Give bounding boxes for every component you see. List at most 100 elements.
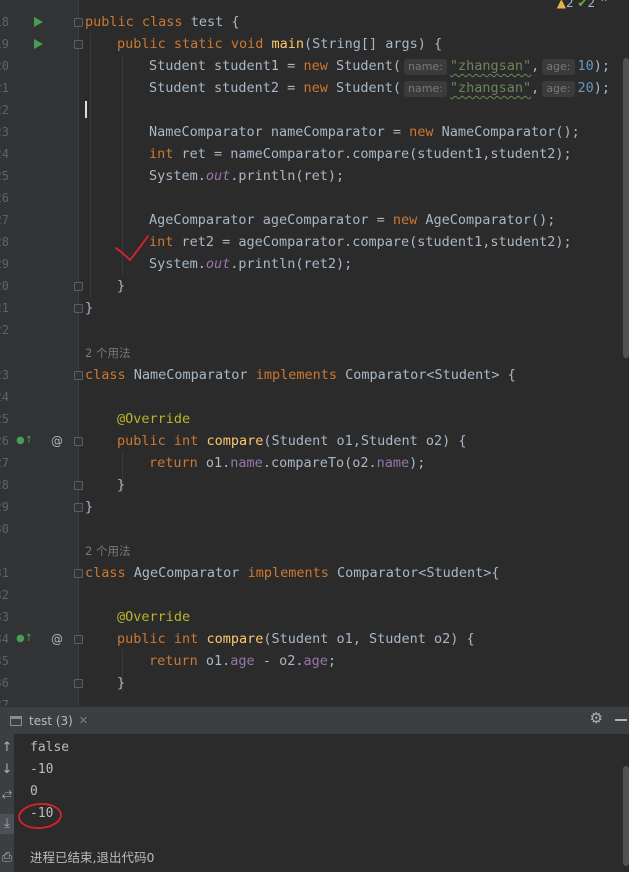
code-line[interactable]: 28 } bbox=[0, 474, 629, 496]
console-scrollbar[interactable] bbox=[623, 766, 629, 866]
chevron-up-icon[interactable]: ⌃ bbox=[599, 0, 609, 10]
inspection-status[interactable]: ▲2 ✔2 ⌃ bbox=[557, 0, 609, 10]
code-text: int ret2 = ageComparator.compare(student… bbox=[149, 234, 572, 250]
fold-marker[interactable] bbox=[74, 503, 83, 512]
code-line[interactable]: 24 int ret = nameComparator.compare(stud… bbox=[0, 143, 629, 165]
code-text: NameComparator nameComparator = new Name… bbox=[149, 124, 580, 140]
fold-marker[interactable] bbox=[74, 679, 83, 688]
fold-marker[interactable] bbox=[74, 371, 83, 380]
code-line[interactable]: 27 return o1.name.compareTo(o2.name); bbox=[0, 452, 629, 474]
parameter-hint: age: bbox=[542, 81, 575, 97]
code-line[interactable]: 33 @Override bbox=[0, 606, 629, 628]
implements-method-icon[interactable]: ●↑ bbox=[16, 628, 33, 650]
code-text: public int compare(Student o1,Student o2… bbox=[117, 433, 467, 449]
line-number: 29 bbox=[0, 500, 9, 514]
code-text: } bbox=[85, 300, 94, 316]
line-number: 37 bbox=[0, 698, 9, 706]
code-line[interactable]: 20 } bbox=[0, 275, 629, 297]
code-line[interactable]: 26 bbox=[0, 187, 629, 209]
code-line[interactable]: 37 bbox=[0, 694, 629, 706]
line-number: 20 bbox=[0, 279, 9, 293]
code-line[interactable]: 23 class NameComparator implements Compa… bbox=[0, 364, 629, 386]
parameter-hint: name: bbox=[403, 59, 447, 75]
code-line[interactable]: 25 System.out.println(ret); bbox=[0, 165, 629, 187]
code-line[interactable]: 32 bbox=[0, 584, 629, 606]
code-line[interactable]: 19 public static void main(String[] args… bbox=[0, 33, 629, 55]
override-annotation-icon[interactable]: @ bbox=[51, 430, 63, 452]
code-text: return o1.age - o2.age; bbox=[149, 653, 336, 669]
fold-marker[interactable] bbox=[74, 481, 83, 490]
console-line: -10 bbox=[30, 806, 54, 821]
line-number: 29 bbox=[0, 257, 9, 271]
code-text: class AgeComparator implements Comparato… bbox=[85, 565, 500, 581]
code-line[interactable]: 18 public class test { bbox=[0, 11, 629, 33]
line-number: 22 bbox=[0, 323, 9, 337]
code-line[interactable]: 20 Student student1 = new Student(name:"… bbox=[0, 55, 629, 77]
print-icon[interactable]: ⎙ bbox=[0, 848, 14, 868]
code-line[interactable]: 28 int ret2 = ageComparator.compare(stud… bbox=[0, 231, 629, 253]
line-number: 26 bbox=[0, 434, 9, 448]
code-text: System.out.println(ret); bbox=[149, 168, 345, 184]
usage-count-hint[interactable]: 2 个用法 bbox=[85, 540, 130, 562]
run-panel: test (3) ✕ ⚙ ↑ ↓ ⥄ ⤓ ⎙ false -10 0 -10 进… bbox=[0, 706, 629, 872]
code-text: class NameComparator implements Comparat… bbox=[85, 367, 516, 383]
code-line[interactable]: 22 bbox=[0, 319, 629, 341]
code-line[interactable]: 29 System.out.println(ret2); bbox=[0, 253, 629, 275]
soft-wrap-icon[interactable]: ⥄ bbox=[0, 784, 14, 804]
code-editor[interactable]: ▲2 ✔2 ⌃ 18 public class test { 19 public… bbox=[0, 0, 629, 706]
fold-marker[interactable] bbox=[74, 18, 83, 27]
arrow-down-icon[interactable]: ↓ bbox=[0, 760, 14, 780]
tab-run-test[interactable]: test (3) ✕ bbox=[10, 707, 88, 734]
gear-icon[interactable]: ⚙ bbox=[590, 709, 603, 727]
run-icon[interactable] bbox=[34, 17, 43, 27]
code-line[interactable]: 23 NameComparator nameComparator = new N… bbox=[0, 121, 629, 143]
code-line[interactable]: 29 } bbox=[0, 496, 629, 518]
fold-marker[interactable] bbox=[74, 282, 83, 291]
code-line[interactable]: 36 } bbox=[0, 672, 629, 694]
scroll-to-end-icon[interactable]: ⤓ bbox=[0, 814, 14, 834]
code-line[interactable]: 21 } bbox=[0, 297, 629, 319]
minimize-icon[interactable] bbox=[615, 719, 627, 721]
line-number: 24 bbox=[0, 390, 9, 404]
usage-count-hint[interactable]: 2 个用法 bbox=[85, 342, 130, 364]
run-icon[interactable] bbox=[34, 39, 43, 49]
code-line[interactable]: 31 class AgeComparator implements Compar… bbox=[0, 562, 629, 584]
line-number: 18 bbox=[0, 15, 9, 29]
code-text: } bbox=[117, 675, 126, 691]
code-line[interactable]: 25 @Override bbox=[0, 408, 629, 430]
code-text: Student student2 = new Student(name: "zha… bbox=[149, 80, 611, 97]
code-line[interactable]: 24 bbox=[0, 386, 629, 408]
console-output[interactable]: false -10 0 -10 bbox=[30, 737, 69, 825]
console-line: -10 bbox=[30, 762, 54, 777]
code-text: } bbox=[117, 477, 126, 493]
code-line[interactable]: 30 bbox=[0, 518, 629, 540]
code-line[interactable]: 22 bbox=[0, 99, 629, 121]
fold-marker[interactable] bbox=[74, 569, 83, 578]
code-line[interactable]: 26 ●↑ @ public int compare(Student o1,St… bbox=[0, 430, 629, 452]
line-number: 34 bbox=[0, 632, 9, 646]
line-number: 31 bbox=[0, 566, 9, 580]
fold-marker[interactable] bbox=[74, 437, 83, 446]
fold-marker[interactable] bbox=[74, 635, 83, 644]
code-line[interactable]: 21 Student student2 = new Student(name:"… bbox=[0, 77, 629, 99]
code-text: int ret = nameComparator.compare(student… bbox=[149, 146, 572, 162]
fold-marker[interactable] bbox=[74, 304, 83, 313]
line-number: 25 bbox=[0, 169, 9, 183]
line-number: 26 bbox=[0, 191, 9, 205]
fold-marker[interactable] bbox=[74, 40, 83, 49]
process-exit-message: 进程已结束,退出代码0 bbox=[30, 850, 155, 865]
line-number: 23 bbox=[0, 125, 9, 139]
implements-method-icon[interactable]: ●↑ bbox=[16, 430, 33, 452]
line-number: 36 bbox=[0, 676, 9, 690]
close-icon[interactable]: ✕ bbox=[79, 714, 88, 727]
code-line[interactable]: 34 ●↑ @ public int compare(Student o1, S… bbox=[0, 628, 629, 650]
code-text: public static void main(String[] args) { bbox=[117, 36, 443, 52]
code-line[interactable]: 35 return o1.age - o2.age; bbox=[0, 650, 629, 672]
line-number: 20 bbox=[0, 59, 9, 73]
editor-scrollbar[interactable] bbox=[623, 58, 629, 358]
code-text: public class test { bbox=[85, 14, 240, 30]
line-number: 21 bbox=[0, 301, 9, 315]
arrow-up-icon[interactable]: ↑ bbox=[0, 738, 14, 758]
override-annotation-icon[interactable]: @ bbox=[51, 628, 63, 650]
code-line[interactable]: 27 AgeComparator ageComparator = new Age… bbox=[0, 209, 629, 231]
